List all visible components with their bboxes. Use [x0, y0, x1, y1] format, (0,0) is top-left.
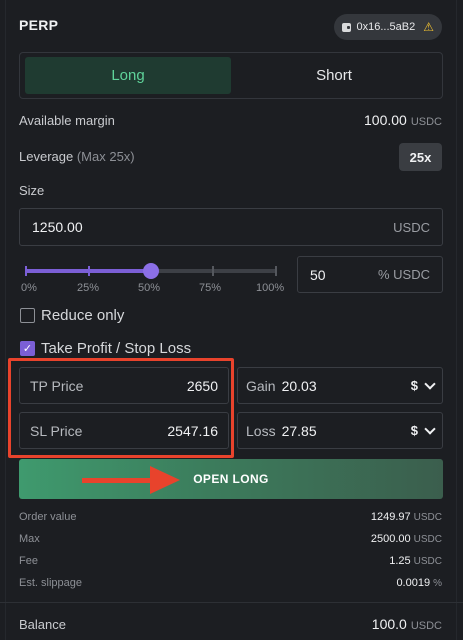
gain-currency-select[interactable]: $ [410, 377, 436, 393]
slider-tick-100[interactable] [275, 266, 277, 276]
balance-value-group: 100.0 USDC [372, 616, 442, 632]
slippage-value: 0.0019% [396, 577, 442, 589]
available-margin-label: Available margin [19, 113, 115, 128]
slider-tick-0[interactable] [25, 266, 27, 276]
max-amount: 2500.00 [370, 533, 411, 545]
slider-mark-75: 75% [199, 282, 222, 294]
order-value-amount: 1249.97 [370, 511, 411, 523]
wallet-button[interactable]: 0x16...5aB2 ⚠ [334, 14, 442, 40]
tpsl-label[interactable]: Take Profit / Stop Loss [41, 340, 191, 357]
leverage-max-hint: (Max 25x) [76, 149, 135, 164]
annotation-arrow-icon [150, 466, 180, 494]
warning-icon: ⚠ [423, 20, 434, 34]
slider-mark-50: 50% [138, 282, 161, 294]
slippage-label: Est. slippage [19, 577, 82, 589]
size-label: Size [19, 183, 45, 198]
slider-tick-25[interactable] [88, 266, 90, 276]
tpsl-checkbox[interactable]: ✓ [20, 341, 35, 356]
available-margin-value-group: 100.00 USDC [364, 112, 442, 128]
balance-value: 100.0 [371, 616, 407, 632]
slippage-unit: % [433, 578, 442, 589]
fee-label: Fee [19, 555, 38, 567]
slider-tick-75[interactable] [212, 266, 214, 276]
size-input-value: 1250.00 [32, 219, 83, 235]
fee-value: 1.25 USDC [389, 555, 442, 567]
leverage-label: Leverage [19, 149, 74, 164]
max-unit: USDC [413, 534, 442, 545]
slider-mark-100: 100% [256, 282, 285, 294]
chevron-down-icon [424, 377, 436, 390]
check-icon: ✓ [22, 343, 33, 355]
leverage-button[interactable]: 25x [399, 143, 442, 171]
tab-short[interactable]: Short [231, 57, 437, 94]
balance-unit: USDC [410, 620, 442, 632]
section-divider [0, 602, 463, 603]
loss-value: 27.85 [281, 422, 317, 439]
loss-currency-select[interactable]: $ [410, 422, 436, 438]
chevron-down-icon [424, 422, 436, 435]
max-label: Max [19, 533, 40, 545]
wallet-address: 0x16...5aB2 [356, 21, 416, 33]
gain-value: 20.03 [281, 377, 317, 394]
panel-title: PERP [19, 17, 59, 33]
balance-label: Balance [19, 617, 66, 632]
size-percent-unit: % USDC [377, 267, 430, 282]
reduce-only-checkbox[interactable] [20, 308, 35, 323]
loss-input[interactable]: Loss 27.85 $ [237, 412, 443, 449]
available-margin-value: 100.00 [364, 112, 407, 128]
size-input[interactable]: 1250.00 USDC [19, 208, 443, 246]
reduce-only-label[interactable]: Reduce only [41, 307, 124, 324]
annotation-highlight-box [8, 358, 234, 458]
panel-border-right [456, 0, 457, 640]
wallet-icon [342, 22, 351, 32]
size-percent-input[interactable]: 50 % USDC [297, 256, 443, 293]
size-slider-handle[interactable] [143, 263, 159, 279]
slider-mark-25: 25% [77, 282, 100, 294]
loss-currency-value: $ [410, 423, 418, 438]
gain-label: Gain [246, 377, 276, 394]
leverage-label-group: Leverage (Max 25x) [19, 149, 135, 164]
fee-amount: 1.25 [389, 555, 411, 567]
order-value: 1249.97 USDC [371, 511, 442, 523]
fee-unit: USDC [413, 556, 442, 567]
gain-currency-value: $ [410, 378, 418, 393]
slippage-amount: 0.0019 [396, 577, 431, 589]
panel-border-left [5, 0, 6, 640]
size-percent-value: 50 [310, 266, 326, 283]
tab-long[interactable]: Long [25, 57, 231, 94]
gain-input[interactable]: Gain 20.03 $ [237, 367, 443, 404]
loss-label: Loss [246, 422, 276, 439]
size-input-unit: USDC [393, 219, 430, 235]
order-value-label: Order value [19, 511, 77, 523]
max-value: 2500.00 USDC [371, 533, 442, 545]
available-margin-unit: USDC [410, 116, 442, 128]
slider-mark-0: 0% [21, 282, 37, 294]
order-value-unit: USDC [413, 512, 442, 523]
